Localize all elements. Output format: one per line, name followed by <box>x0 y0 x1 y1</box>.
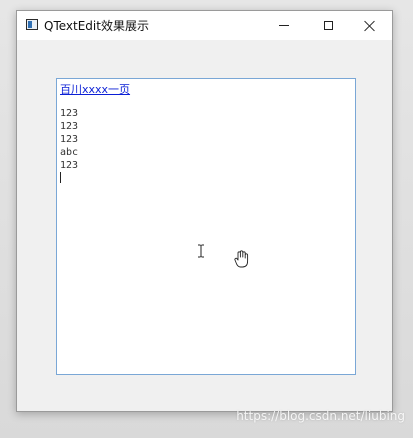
text-edit[interactable]: 百川xxxx一页 123 123 123 abc 123 <box>56 78 356 375</box>
text-line: abc <box>60 147 79 158</box>
app-icon <box>26 19 38 30</box>
ibeam-cursor-icon <box>198 244 204 258</box>
text-line: 123 <box>60 134 79 145</box>
main-window: QTextEdit效果展示 百川xxxx一页 123 123 123 abc 1… <box>16 10 393 412</box>
text-line: 123 <box>60 160 79 171</box>
minimize-icon <box>279 25 289 26</box>
close-button[interactable] <box>348 11 392 40</box>
window-title: QTextEdit效果展示 <box>44 19 149 33</box>
text-caret <box>60 172 61 183</box>
text-line: 123 <box>60 121 79 132</box>
title-bar[interactable]: QTextEdit效果展示 <box>17 11 392 40</box>
minimize-button[interactable] <box>262 11 306 40</box>
text-line: 123 <box>60 108 79 119</box>
maximize-button[interactable] <box>306 11 350 40</box>
hyperlink[interactable]: 百川xxxx一页 <box>60 81 130 97</box>
maximize-icon <box>323 21 333 30</box>
watermark: https://blog.csdn.net/liubing <box>236 409 405 423</box>
close-icon <box>364 20 376 32</box>
text-lines: 123 123 123 abc 123 <box>60 107 78 172</box>
hand-cursor-icon <box>234 250 249 268</box>
